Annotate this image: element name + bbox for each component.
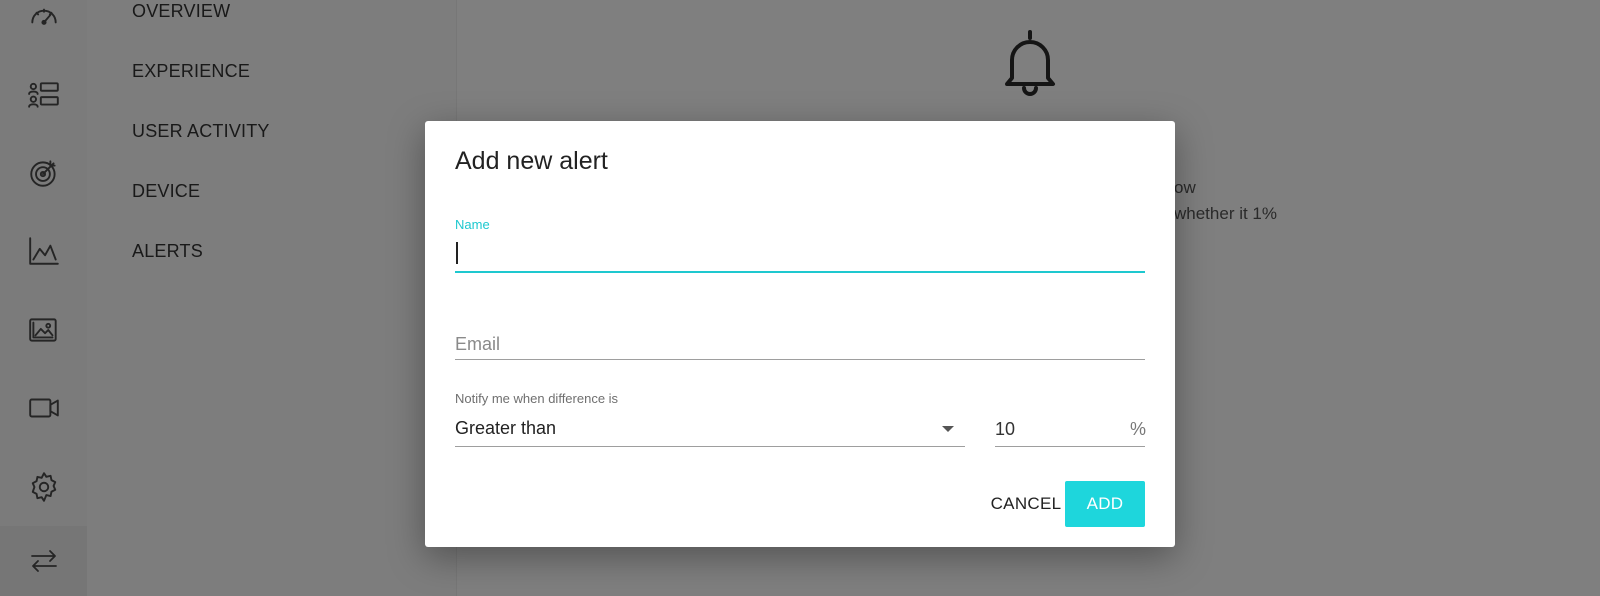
dropdown-arrow-icon[interactable] [942, 426, 954, 432]
email-field-underline [455, 359, 1145, 360]
threshold-input[interactable]: 10 [995, 419, 1015, 440]
comparison-select-underline [455, 446, 965, 447]
add-alert-dialog: Add new alert Name Notify me when differ… [425, 121, 1175, 547]
name-field-underline [455, 271, 1145, 273]
notify-label: Notify me when difference is [455, 391, 619, 406]
email-input[interactable] [455, 327, 1145, 361]
threshold-unit: % [1130, 419, 1147, 439]
name-input[interactable] [455, 235, 1145, 271]
add-button[interactable]: ADD [1065, 481, 1145, 527]
threshold-underline [995, 446, 1145, 447]
text-cursor [456, 242, 458, 264]
name-field-label: Name [455, 217, 490, 232]
comparison-select[interactable]: Greater than [455, 418, 556, 439]
dialog-title: Add new alert [455, 147, 608, 175]
